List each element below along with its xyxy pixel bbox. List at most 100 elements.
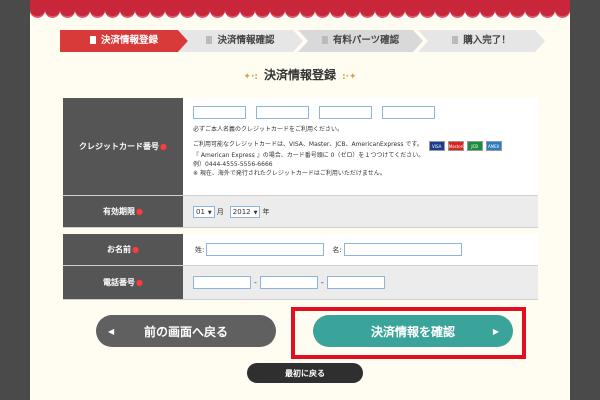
first-name-label: 名: <box>332 245 342 254</box>
chevron-down-icon: ▼ <box>253 209 258 216</box>
right-arrow-icon: ▶ <box>492 326 499 336</box>
phone-label: 電話番号 ● <box>63 266 183 299</box>
note-line-with-cards: ご利用可能なクレジットカードは、VISA、Master、JCB、American… <box>193 140 538 151</box>
expiry-field: 01 ▼ 月 2012 ▼ 年 <box>183 196 538 227</box>
name-row: お名前 ● 姓: 名: <box>63 234 538 266</box>
awning-scallop <box>450 6 465 18</box>
back-button[interactable]: ◀ 前の画面へ戻る <box>96 315 276 347</box>
awning-scallop <box>390 6 405 18</box>
awning-scallop <box>270 6 285 18</box>
mastercard-logo-icon: MasterCard <box>447 141 472 151</box>
phone-part-2-input[interactable] <box>259 276 318 289</box>
expiry-row: 有効期限 ● 01 ▼ 月 2012 ▼ 年 <box>63 196 538 228</box>
awning-scallop <box>540 6 555 18</box>
awning-scallop <box>300 6 315 18</box>
awning-scallop <box>240 6 255 18</box>
step-label: 決済情報登録 <box>100 35 158 46</box>
label-text: クレジットカード番号 <box>79 142 159 151</box>
required-mark: ● <box>136 278 143 287</box>
awning-scallop <box>210 6 225 18</box>
awning-scallop <box>315 6 330 18</box>
note-line: ※ 現在、海外で発行されたクレジットカードはご利用いただけません。 <box>193 170 386 177</box>
jcb-logo-icon: JCB <box>466 141 483 151</box>
first-name-input[interactable] <box>343 243 462 256</box>
expiry-year-select[interactable]: 2012 ▼ <box>229 205 261 218</box>
last-name-input[interactable] <box>206 243 325 256</box>
awning-scallop <box>510 6 525 18</box>
awning-scallop <box>360 6 375 18</box>
left-arrow-icon: ◀ <box>108 326 115 336</box>
awning-scallop <box>150 6 165 18</box>
start-over-button[interactable]: 最初に戻る <box>247 363 363 383</box>
step-label: 有料パーツ確認 <box>332 35 400 46</box>
page-title: ✦·: 決済情報登録:·✦ <box>30 66 570 83</box>
sparkle-icon: ✦·: <box>243 72 258 82</box>
phone-field: - - <box>183 266 538 299</box>
awning-scallop <box>60 6 75 18</box>
step-parts-confirm: 有料パーツ確認 <box>298 30 423 52</box>
progress-steps: 決済情報登録 決済情報確認 有料パーツ確認 購入完了！ <box>60 30 545 52</box>
awning-scallops <box>30 6 570 18</box>
name-field: 姓: 名: <box>183 234 538 265</box>
back-button-label: 前の画面へ戻る <box>143 324 228 339</box>
awning-scallop <box>420 6 435 18</box>
card-number-part-1[interactable] <box>193 106 246 119</box>
phone-separator: - <box>254 278 257 287</box>
name-label: お名前 ● <box>63 234 183 265</box>
visa-logo-icon: VISA <box>428 141 445 151</box>
right-border <box>570 0 600 400</box>
amex-logo-icon: AMEX <box>485 141 502 151</box>
awning-scallop <box>255 6 270 18</box>
label-text: お名前 <box>107 245 131 254</box>
awning-scallop <box>165 6 180 18</box>
phone-part-3-input[interactable] <box>326 276 385 289</box>
card-notes: 必ずご本人名義のクレジットカードをご利用ください。 ご利用可能なクレジットカード… <box>193 125 538 178</box>
awning-scallop <box>480 6 495 18</box>
awning-scallop <box>45 6 60 18</box>
left-border <box>0 0 30 400</box>
awning-scallop <box>495 6 510 18</box>
card-number-part-3[interactable] <box>319 106 372 119</box>
awning-scallop <box>465 6 480 18</box>
note-line: ご利用可能なクレジットカードは、VISA、Master、JCB、American… <box>193 141 423 148</box>
year-unit: 年 <box>262 207 270 216</box>
flag-icon <box>206 36 213 44</box>
card-brand-logos: VISA MasterCard JCB AMEX <box>428 141 502 151</box>
step-label: 購入完了！ <box>463 35 511 46</box>
awning-scallop <box>180 6 195 18</box>
expiry-month-select[interactable]: 01 ▼ <box>193 205 215 218</box>
step-label: 決済情報確認 <box>217 35 275 46</box>
awning-scallop <box>30 6 45 18</box>
confirm-button-label: 決済情報を確認 <box>370 324 455 339</box>
confirm-payment-button[interactable]: 決済情報を確認 ▶ <box>313 315 513 347</box>
flag-icon <box>321 36 328 44</box>
card-number-part-2[interactable] <box>256 106 309 119</box>
card-number-part-4[interactable] <box>382 106 435 119</box>
note-line: 例）0444-4555-5556-6666 <box>193 161 273 168</box>
required-mark: ● <box>160 142 167 151</box>
note-line: 必ずご本人名義のクレジットカードをご利用ください。 <box>193 126 344 133</box>
credit-card-field: 必ずご本人名義のクレジットカードをご利用ください。 ご利用可能なクレジットカード… <box>183 98 538 195</box>
awning-scallop <box>375 6 390 18</box>
credit-card-label: クレジットカード番号 ● <box>63 98 183 195</box>
awning-scallop <box>120 6 135 18</box>
phone-row: 電話番号 ● - - <box>63 266 538 300</box>
awning-scallop <box>195 6 210 18</box>
phone-separator: - <box>320 278 324 287</box>
sparkle-icon: :·✦ <box>342 72 357 82</box>
step-payment-registration: 決済情報登録 <box>60 30 188 52</box>
label-text: 有効期限 <box>103 207 135 216</box>
awning-scallop <box>555 6 570 18</box>
card-number-inputs <box>193 106 538 119</box>
credit-card-row: クレジットカード番号 ● 必ずご本人名義のクレジットカードをご利用ください。 ご利… <box>63 98 538 196</box>
step-payment-confirm: 決済情報確認 <box>178 30 303 52</box>
required-mark: ● <box>132 245 139 254</box>
awning-scallop <box>435 6 450 18</box>
awning-decoration <box>30 0 570 20</box>
phone-part-1-input[interactable] <box>193 276 251 289</box>
awning-scallop <box>330 6 345 18</box>
start-over-label: 最初に戻る <box>285 368 325 378</box>
expiry-label: 有効期限 ● <box>63 196 183 227</box>
awning-scallop <box>105 6 120 18</box>
flag-icon <box>452 36 459 44</box>
